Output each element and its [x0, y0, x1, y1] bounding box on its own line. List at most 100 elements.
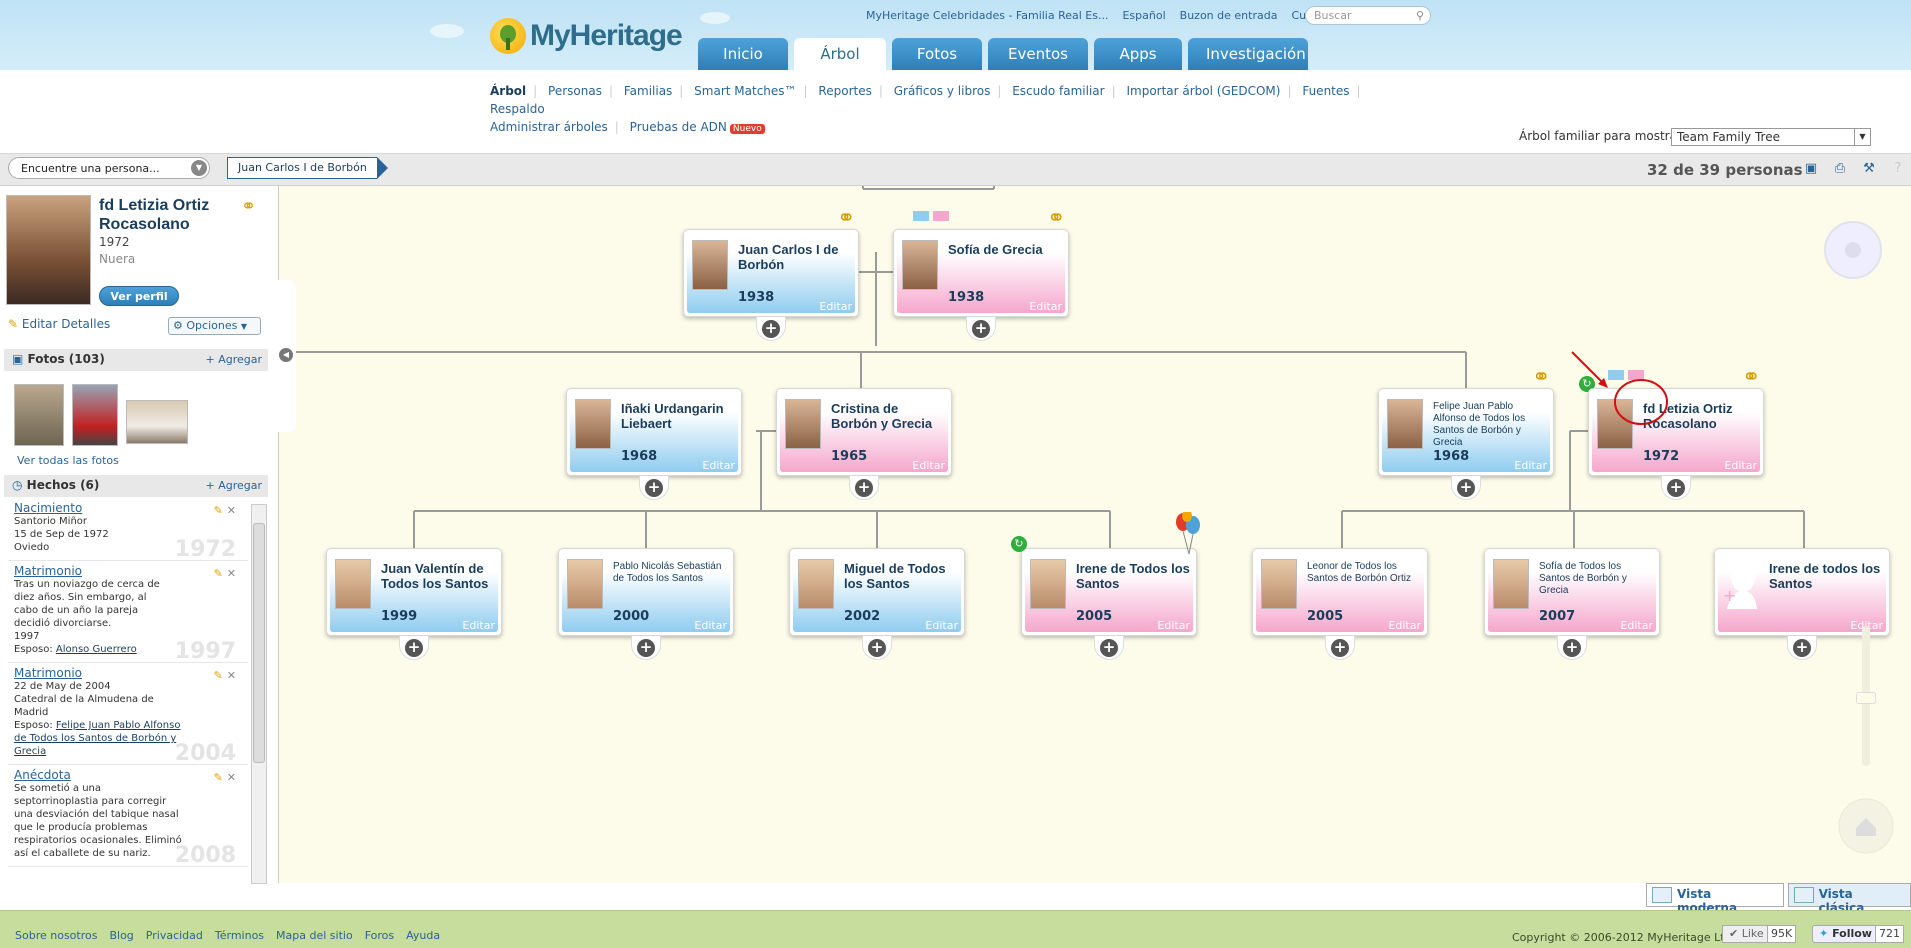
home-navigation-icon[interactable] [1836, 796, 1896, 856]
add-fact-link[interactable]: + Agregar [205, 479, 262, 492]
photo-thumbnail[interactable] [72, 384, 118, 446]
edit-delete-icons[interactable]: ✎✕ [214, 567, 240, 580]
subnav-fuentes[interactable]: Fuentes [1302, 84, 1349, 98]
female-silhouette-icon[interactable]: + [1723, 559, 1759, 609]
edit-link[interactable]: Editar [702, 459, 735, 472]
fact-title[interactable]: Matrimonio [14, 565, 242, 578]
person-card-leonor[interactable]: Leonor de Todos los Santos de Borbón Ort… [1252, 548, 1428, 636]
subnav-importar[interactable]: Importar árbol (GEDCOM) [1126, 84, 1280, 98]
person-card-juan-valentin[interactable]: Juan Valentín de Todos los Santos 1999 E… [326, 548, 502, 636]
options-button[interactable]: ⚙ Opciones ▼ [168, 317, 261, 335]
facts-scrollbar[interactable] [251, 504, 267, 884]
person-card-irene[interactable]: Irene de Todos los Santos 2005 Editar [1021, 548, 1197, 636]
edit-link[interactable]: Editar [694, 619, 727, 632]
find-person-select[interactable]: Encuentre una persona... ▼ [8, 157, 210, 179]
subnav-reportes[interactable]: Reportes [818, 84, 871, 98]
subnav-familias[interactable]: Familias [624, 84, 672, 98]
edit-link[interactable]: Editar [925, 619, 958, 632]
footer-link-about[interactable]: Sobre nosotros [15, 929, 97, 942]
see-all-photos-link[interactable]: Ver todas las fotos [17, 454, 119, 467]
marriage-rings-icon[interactable]: ⚭ [1532, 365, 1550, 390]
chevron-down-icon[interactable]: ▼ [191, 160, 207, 176]
edit-delete-icons[interactable]: ✎✕ [214, 669, 240, 682]
edit-link[interactable]: Editar [912, 459, 945, 472]
person-name[interactable]: Leonor de Todos los Santos de Borbón Ort… [1307, 561, 1421, 585]
person-name[interactable]: Felipe Juan Pablo Alfonso de Todos los S… [1433, 401, 1547, 449]
fact-title[interactable]: Anécdota [14, 769, 242, 782]
marriage-rings-icon[interactable]: ⚭ [837, 206, 855, 231]
twitter-follow-button[interactable]: ✦ Follow [1812, 925, 1879, 943]
person-card-felipe[interactable]: Felipe Juan Pablo Alfonso de Todos los S… [1378, 388, 1554, 476]
person-photo[interactable] [902, 240, 938, 290]
footer-link-help[interactable]: Ayuda [406, 929, 440, 942]
person-card-inaki[interactable]: Iñaki Urdangarin Liebaert 1968 Editar [566, 388, 742, 476]
person-photo[interactable] [1493, 559, 1529, 609]
tree-selector[interactable]: Team Family Tree ▼ [1671, 128, 1871, 146]
edit-link[interactable]: Editar [462, 619, 495, 632]
subnav-respaldo[interactable]: Respaldo [490, 102, 545, 116]
person-name[interactable]: Sofía de Grecia [948, 242, 1062, 257]
search-icon[interactable]: ⚲ [1416, 9, 1424, 22]
person-photo[interactable] [798, 559, 834, 609]
collapse-sidebar-button[interactable]: ◀ [278, 280, 296, 432]
person-photo[interactable] [785, 399, 821, 449]
spouse-link[interactable]: Alonso Guerrero [56, 644, 137, 655]
person-photo[interactable] [567, 559, 603, 609]
subnav-adn[interactable]: Pruebas de ADN [630, 120, 727, 134]
footer-link-blog[interactable]: Blog [109, 929, 133, 942]
edit-delete-icons[interactable]: ✎✕ [214, 504, 240, 517]
subnav-escudo[interactable]: Escudo familiar [1012, 84, 1104, 98]
person-card-cristina[interactable]: Cristina de Borbón y Grecia 1965 Editar [776, 388, 952, 476]
person-card-pablo[interactable]: Pablo Nicolás Sebastián de Todos los San… [558, 548, 734, 636]
person-name[interactable]: Juan Carlos I de Borbón [738, 242, 852, 272]
fact-title[interactable]: Nacimiento [14, 502, 242, 515]
person-name[interactable]: Sofía de Todos los Santos de Borbón y Gr… [1539, 561, 1653, 597]
photo-thumbnail[interactable] [14, 384, 64, 446]
person-card-sofia[interactable]: Sofía de Grecia 1938 Editar [893, 229, 1069, 317]
tab-arbol[interactable]: Árbol [794, 38, 886, 70]
edit-details-link[interactable]: ✎ Editar Detalles [8, 317, 110, 331]
person-card-miguel[interactable]: Miguel de Todos los Santos 2002 Editar [789, 548, 965, 636]
person-photo[interactable] [1030, 559, 1066, 609]
person-name[interactable]: Juan Valentín de Todos los Santos [381, 561, 495, 591]
edit-link[interactable]: Editar [1620, 619, 1653, 632]
edit-delete-icons[interactable]: ✎✕ [214, 771, 240, 784]
marriage-rings-icon[interactable]: ⚭ [1742, 365, 1760, 390]
edit-link[interactable]: Editar [1029, 300, 1062, 313]
scrollbar-thumb[interactable] [253, 523, 265, 763]
add-photo-link[interactable]: + Agregar [205, 353, 262, 366]
modern-view-button[interactable]: Vista moderna [1646, 883, 1784, 915]
tab-eventos[interactable]: Eventos [988, 38, 1088, 70]
person-name[interactable]: Cristina de Borbón y Grecia [831, 401, 945, 431]
smart-match-sync-icon[interactable]: ↻ [1011, 536, 1027, 552]
help-icon[interactable]: ? [1890, 161, 1906, 177]
classic-view-button[interactable]: Vista clásica [1787, 883, 1911, 915]
subnav-personas[interactable]: Personas [548, 84, 602, 98]
subnav-arbol[interactable]: Árbol [490, 84, 526, 98]
tab-investigacion[interactable]: Investigación [1188, 38, 1308, 70]
person-photo[interactable] [575, 399, 611, 449]
footer-link-terms[interactable]: Términos [215, 929, 264, 942]
person-photo[interactable] [1387, 399, 1423, 449]
person-photo[interactable] [692, 240, 728, 290]
marriage-rings-icon[interactable]: ⚭ [241, 196, 256, 217]
fullscreen-icon[interactable]: ▣ [1803, 161, 1819, 177]
edit-link[interactable]: Editar [819, 300, 852, 313]
footer-link-privacy[interactable]: Privacidad [146, 929, 203, 942]
person-card-sofia-2007[interactable]: Sofía de Todos los Santos de Borbón y Gr… [1484, 548, 1660, 636]
pan-control[interactable] [1817, 218, 1889, 308]
person-photo[interactable] [335, 559, 371, 609]
subnav-administrar[interactable]: Administrar árboles [490, 120, 608, 134]
subnav-graficos[interactable]: Gráficos y libros [894, 84, 991, 98]
like-button[interactable]: ✔ Like [1722, 925, 1771, 943]
person-photo[interactable] [1261, 559, 1297, 609]
person-card-juan-carlos[interactable]: Juan Carlos I de Borbón 1938 Editar [683, 229, 859, 317]
breadcrumb[interactable]: Juan Carlos I de Borbón [227, 157, 388, 179]
person-name[interactable]: Pablo Nicolás Sebastián de Todos los San… [613, 561, 727, 585]
view-profile-button[interactable]: Ver perfil [99, 286, 179, 306]
search-input[interactable]: Buscar ⚲ [1305, 6, 1431, 25]
zoom-slider-thumb[interactable] [1856, 692, 1876, 704]
profile-photo[interactable] [6, 195, 91, 305]
marriage-rings-icon[interactable]: ⚭ [1047, 206, 1065, 231]
footer-link-forums[interactable]: Foros [365, 929, 394, 942]
